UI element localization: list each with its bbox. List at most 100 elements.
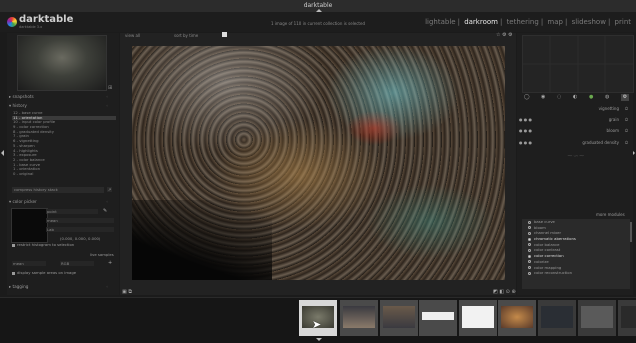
more-modules-scrollbar[interactable] bbox=[630, 222, 632, 242]
color-picker-header[interactable]: ▾ color picker bbox=[9, 199, 37, 204]
top-toolbar-icons: ☆ ⚙ ⚙ bbox=[496, 32, 513, 38]
history-item[interactable]: 0 - original bbox=[12, 171, 116, 177]
more-module-label: color balance bbox=[534, 241, 560, 247]
picker-space-select[interactable]: Lab bbox=[46, 227, 114, 232]
more-module-label: color mapping bbox=[534, 264, 562, 270]
tagging-header[interactable]: ▸ tagging bbox=[9, 284, 28, 289]
module-vignetting-label: vignetting bbox=[598, 106, 619, 111]
add-sample-icon[interactable]: + bbox=[108, 260, 112, 266]
more-modules-label[interactable]: more modules bbox=[596, 212, 625, 217]
color-swatch bbox=[11, 208, 48, 243]
module-group-tabs: ◯ ◉ ◌ ◐ ● ◍ ⚙ bbox=[521, 94, 633, 102]
restrict-histogram-label: restrict histogram to selection bbox=[17, 242, 75, 247]
correct-group-icon[interactable]: ◍ bbox=[605, 94, 609, 100]
tagging-title: tagging bbox=[12, 284, 29, 289]
power-icon[interactable]: ⏻ bbox=[625, 128, 628, 133]
module-icons: ● ● ● bbox=[519, 140, 533, 145]
view-filter-label: view bbox=[125, 33, 135, 38]
color-picker-reset-icon[interactable]: ◦ bbox=[106, 199, 108, 204]
view-map[interactable]: map bbox=[547, 18, 563, 26]
module-toggle-icon bbox=[528, 271, 531, 275]
sample-space-select[interactable]: RGB bbox=[60, 261, 94, 266]
view-print[interactable]: print bbox=[615, 18, 631, 26]
view-tethering[interactable]: tethering bbox=[507, 18, 539, 26]
effect-group-icon[interactable]: ⚙ bbox=[621, 94, 629, 101]
tagging-reset-icon[interactable]: ◦ bbox=[106, 284, 108, 289]
picker-space-value: Lab bbox=[47, 227, 54, 232]
active-modules-icon[interactable]: ◉ bbox=[541, 94, 545, 100]
more-module-label: bloom bbox=[534, 224, 546, 230]
navigation-zoom-icon[interactable]: ⊞ bbox=[108, 85, 112, 91]
more-module-label: chromatic aberrations bbox=[534, 236, 576, 242]
picker-eyedropper-icon[interactable]: ✎ bbox=[103, 208, 107, 214]
sort-filter[interactable]: sort by time bbox=[174, 33, 198, 38]
collapse-left-icon[interactable] bbox=[1, 150, 4, 156]
more-module-label: color correction bbox=[534, 253, 564, 259]
overexposure-icon[interactable]: ◩ bbox=[493, 289, 498, 295]
view-slideshow[interactable]: slideshow bbox=[572, 18, 606, 26]
color-group-icon[interactable]: ● bbox=[589, 94, 593, 100]
quick-access-panel-icon[interactable]: ◯ bbox=[524, 94, 530, 100]
compress-history-button[interactable]: compress history stack bbox=[12, 187, 104, 193]
star-icon[interactable]: ☆ bbox=[496, 32, 500, 38]
picker-mode-select[interactable]: point bbox=[46, 209, 98, 214]
picker-stat-select[interactable]: mean bbox=[46, 218, 114, 223]
bottom-left-tools: ▣ ⧉ bbox=[122, 289, 132, 295]
module-toggle-icon bbox=[528, 249, 531, 253]
thumb-image bbox=[621, 306, 636, 328]
styles-icon[interactable]: ⧉ bbox=[128, 289, 132, 295]
filmstrip-thumb[interactable] bbox=[578, 300, 616, 336]
power-icon[interactable]: ⏻ bbox=[625, 140, 628, 145]
more-module-label: base curve bbox=[534, 219, 555, 224]
filmstrip-thumb[interactable] bbox=[419, 300, 457, 336]
sort-direction-icon[interactable] bbox=[222, 32, 227, 37]
module-grain-label: grain bbox=[608, 117, 619, 122]
quick-access-icon[interactable]: ▣ bbox=[122, 289, 127, 295]
gear-icon[interactable]: ⚙ bbox=[502, 32, 506, 38]
display-samples-label: display sample areas on image bbox=[17, 270, 77, 275]
sample-stat-select[interactable]: mean bbox=[12, 261, 46, 266]
navigation-thumbnail[interactable] bbox=[17, 35, 107, 91]
bottom-right-tools: ◩ ◧ ⊙ ⊕ bbox=[493, 289, 516, 295]
module-toggle-icon bbox=[528, 237, 531, 241]
filmstrip-thumb[interactable] bbox=[618, 300, 636, 336]
thumb-image bbox=[501, 306, 533, 328]
snapshots-reset-icon[interactable]: ◦ bbox=[106, 94, 108, 99]
gamut-icon[interactable]: ⊙ bbox=[506, 289, 510, 295]
thumb-image bbox=[462, 306, 494, 328]
base-group-icon[interactable]: ◌ bbox=[557, 94, 561, 100]
snapshots-header[interactable]: ▸ snapshots bbox=[9, 94, 34, 99]
filmstrip-thumb[interactable] bbox=[459, 300, 497, 336]
view-darkroom[interactable]: darkroom bbox=[464, 18, 498, 26]
filmstrip-thumb[interactable] bbox=[498, 300, 536, 336]
module-toggle-icon bbox=[528, 226, 531, 230]
settings-icon[interactable]: ⚙ bbox=[508, 32, 512, 38]
history-reset-icon[interactable]: ◦ bbox=[106, 103, 108, 108]
view-filter[interactable]: view all bbox=[125, 33, 140, 38]
filmstrip-thumb[interactable] bbox=[340, 300, 378, 336]
histogram[interactable] bbox=[522, 35, 634, 93]
collapse-bottom-icon[interactable] bbox=[316, 338, 322, 341]
more-module-item[interactable]: color reconstruction bbox=[522, 270, 630, 276]
thumb-image bbox=[541, 306, 573, 328]
sort-filter-label: sort by bbox=[174, 33, 188, 38]
picker-stat-value: mean bbox=[47, 218, 58, 223]
history-header[interactable]: ▾ history bbox=[9, 103, 27, 108]
color-picker-title: color picker bbox=[12, 199, 37, 204]
view-lightable[interactable]: lightable bbox=[425, 18, 456, 26]
filmstrip-thumb[interactable] bbox=[538, 300, 576, 336]
mouse-cursor-icon: ➤ bbox=[312, 318, 322, 331]
history-create-style-icon[interactable]: ↗ bbox=[107, 187, 112, 192]
selection-info: 1 image of 110 in current collection is … bbox=[270, 21, 365, 26]
restrict-histogram-checkbox[interactable]: restrict histogram to selection bbox=[12, 242, 74, 247]
focus-peaking-icon[interactable]: ⊕ bbox=[511, 289, 515, 295]
softproof-icon[interactable]: ◧ bbox=[499, 289, 504, 295]
display-samples-checkbox[interactable]: display sample areas on image bbox=[12, 270, 76, 275]
power-icon[interactable]: ⏻ bbox=[625, 117, 628, 122]
power-icon[interactable]: ⏻ bbox=[625, 106, 628, 111]
filmstrip-thumb[interactable] bbox=[380, 300, 418, 336]
tone-group-icon[interactable]: ◐ bbox=[573, 94, 577, 100]
window-title: darktable bbox=[303, 2, 333, 9]
sort-filter-value: time bbox=[189, 33, 199, 38]
module-graduated-density-label: graduated density bbox=[582, 140, 619, 145]
